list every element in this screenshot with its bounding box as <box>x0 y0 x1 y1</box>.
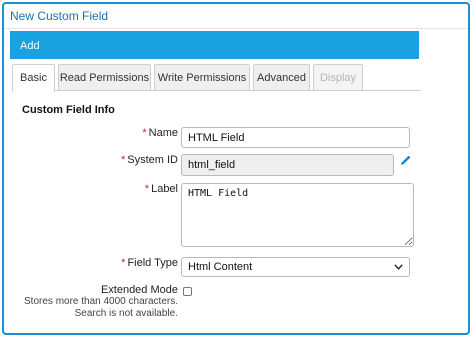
required-marker: * <box>142 127 147 139</box>
required-marker: * <box>144 183 150 195</box>
title-divider <box>4 28 468 29</box>
field-type-selected-value: Html Content <box>188 261 253 273</box>
tab-read-permissions[interactable]: Read Permissions <box>58 64 151 91</box>
name-label: * Name <box>142 127 178 139</box>
system-id-label: * System ID <box>121 154 178 166</box>
name-input[interactable] <box>181 127 410 148</box>
tab-write-permissions[interactable]: Write Permissions <box>154 64 250 91</box>
required-marker: * <box>121 257 126 269</box>
tab-advanced[interactable]: Advanced <box>253 64 310 91</box>
field-type-label-text: Field Type <box>127 257 178 269</box>
section-title: Custom Field Info <box>22 104 115 116</box>
tab-basic[interactable]: Basic <box>12 64 55 92</box>
tab-display: Display <box>313 64 363 91</box>
required-marker: * <box>120 154 126 166</box>
name-label-text: Name <box>148 127 178 139</box>
extended-mode-help-line1: Stores more than 4000 characters. <box>24 296 178 307</box>
extended-mode-help-line2: Search is not available. <box>74 308 178 319</box>
extended-mode-checkbox[interactable] <box>183 287 192 296</box>
field-type-select-box[interactable]: Html Content <box>181 257 410 277</box>
label-field-label: * Label <box>145 183 178 195</box>
add-header-bar: Add <box>10 31 419 59</box>
tab-divider <box>12 90 421 91</box>
chevron-down-icon <box>394 264 403 270</box>
field-type-label: * Field Type <box>121 257 178 269</box>
system-id-label-text: System ID <box>127 154 178 166</box>
extended-mode-label: Extended Mode <box>100 284 178 296</box>
field-type-select[interactable]: Html Content <box>181 257 410 277</box>
system-id-input[interactable] <box>181 154 394 176</box>
label-textarea[interactable]: HTML Field <box>181 183 414 247</box>
pencil-icon[interactable] <box>399 155 411 167</box>
dialog-title: New Custom Field <box>10 9 109 23</box>
label-field-label-text: Label <box>151 183 178 195</box>
